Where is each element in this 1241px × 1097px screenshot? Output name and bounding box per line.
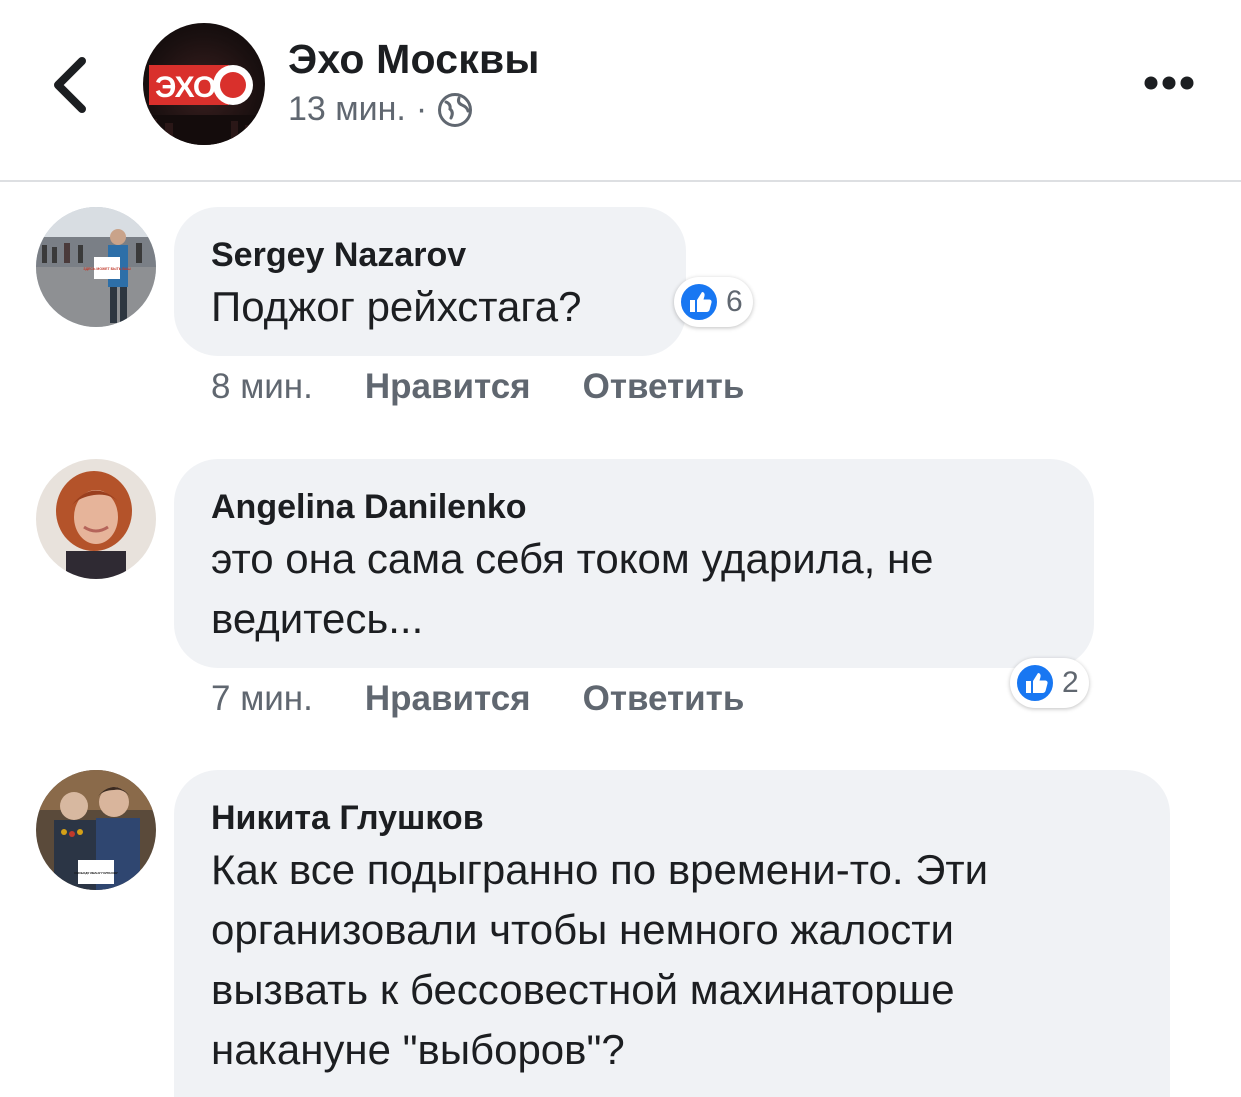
reaction-count: 2	[1062, 666, 1079, 699]
reaction-badge[interactable]: 6	[674, 277, 753, 327]
echo-logo-text: ЭХО	[155, 71, 216, 104]
thumbs-up-icon	[679, 282, 719, 322]
comment-text-line: организовали чтобы немного жалости	[211, 906, 954, 953]
sign-text: ЗДЕСЬ МОЖЕТ БЫТЬ ВАШ	[83, 267, 131, 271]
comment-text-line: вызвать к бессовестной махинаторше	[211, 966, 955, 1013]
post-header: ЭХО Эхо Москвы 13 мин. ·	[0, 0, 1241, 182]
comment-bubble[interactable]: Никита Глушков Как все подыгранно по вре…	[174, 770, 1170, 1097]
globe-icon	[438, 92, 473, 127]
avatar[interactable]: ЗДЕСЬ МОЖЕТ БЫТЬ ВАШ	[36, 207, 156, 327]
comment-text-line: это она сама себя током ударила, не	[211, 535, 934, 582]
comment-bubble[interactable]: Sergey Nazarov Поджог рейхстага?	[174, 207, 686, 356]
comment-author[interactable]: Sergey Nazarov	[211, 233, 650, 277]
page-title[interactable]: Эхо Москвы	[288, 36, 540, 83]
comment-author[interactable]: Никита Глушков	[211, 796, 1134, 840]
page-avatar[interactable]: ЭХО	[143, 23, 265, 145]
comment-text-line: Как все подыгранно по времени-то. Эти	[211, 846, 989, 893]
avatar[interactable]: СВОБОДУ ИВАНУ ГОЛУНОВУ	[36, 770, 156, 890]
reply-button[interactable]: Ответить	[583, 367, 745, 407]
chevron-left-icon[interactable]	[46, 55, 96, 115]
reaction-count: 6	[726, 285, 743, 318]
like-button[interactable]: Нравится	[365, 679, 531, 719]
post-meta: 13 мин. ·	[288, 90, 473, 129]
comment-actions: 7 мин. Нравится Ответить	[211, 679, 796, 719]
comment-actions: 8 мин. Нравится Ответить	[211, 367, 796, 407]
like-button[interactable]: Нравится	[365, 367, 531, 407]
comment-text: Поджог рейхстага?	[211, 283, 582, 330]
comment-bubble[interactable]: Angelina Danilenko это она сама себя ток…	[174, 459, 1094, 668]
meta-separator: ·	[415, 90, 428, 128]
post-time[interactable]: 13 мин.	[288, 90, 406, 129]
comment-time[interactable]: 7 мин.	[211, 679, 313, 719]
comment-text-line: накануне "выборов"?	[211, 1026, 625, 1073]
more-horizontal-icon[interactable]	[1143, 70, 1195, 96]
comment-time[interactable]: 8 мин.	[211, 367, 313, 407]
echo-logo: ЭХО	[149, 65, 253, 105]
avatar[interactable]	[36, 459, 156, 579]
sign-text: СВОБОДУ ИВАНУ ГОЛУНОВУ	[74, 871, 118, 875]
thumbs-up-icon	[1015, 663, 1055, 703]
reply-button[interactable]: Ответить	[583, 679, 745, 719]
reaction-badge[interactable]: 2	[1010, 658, 1089, 708]
comment-text-line: ведитесь...	[211, 595, 424, 642]
comment-author[interactable]: Angelina Danilenko	[211, 485, 1058, 529]
